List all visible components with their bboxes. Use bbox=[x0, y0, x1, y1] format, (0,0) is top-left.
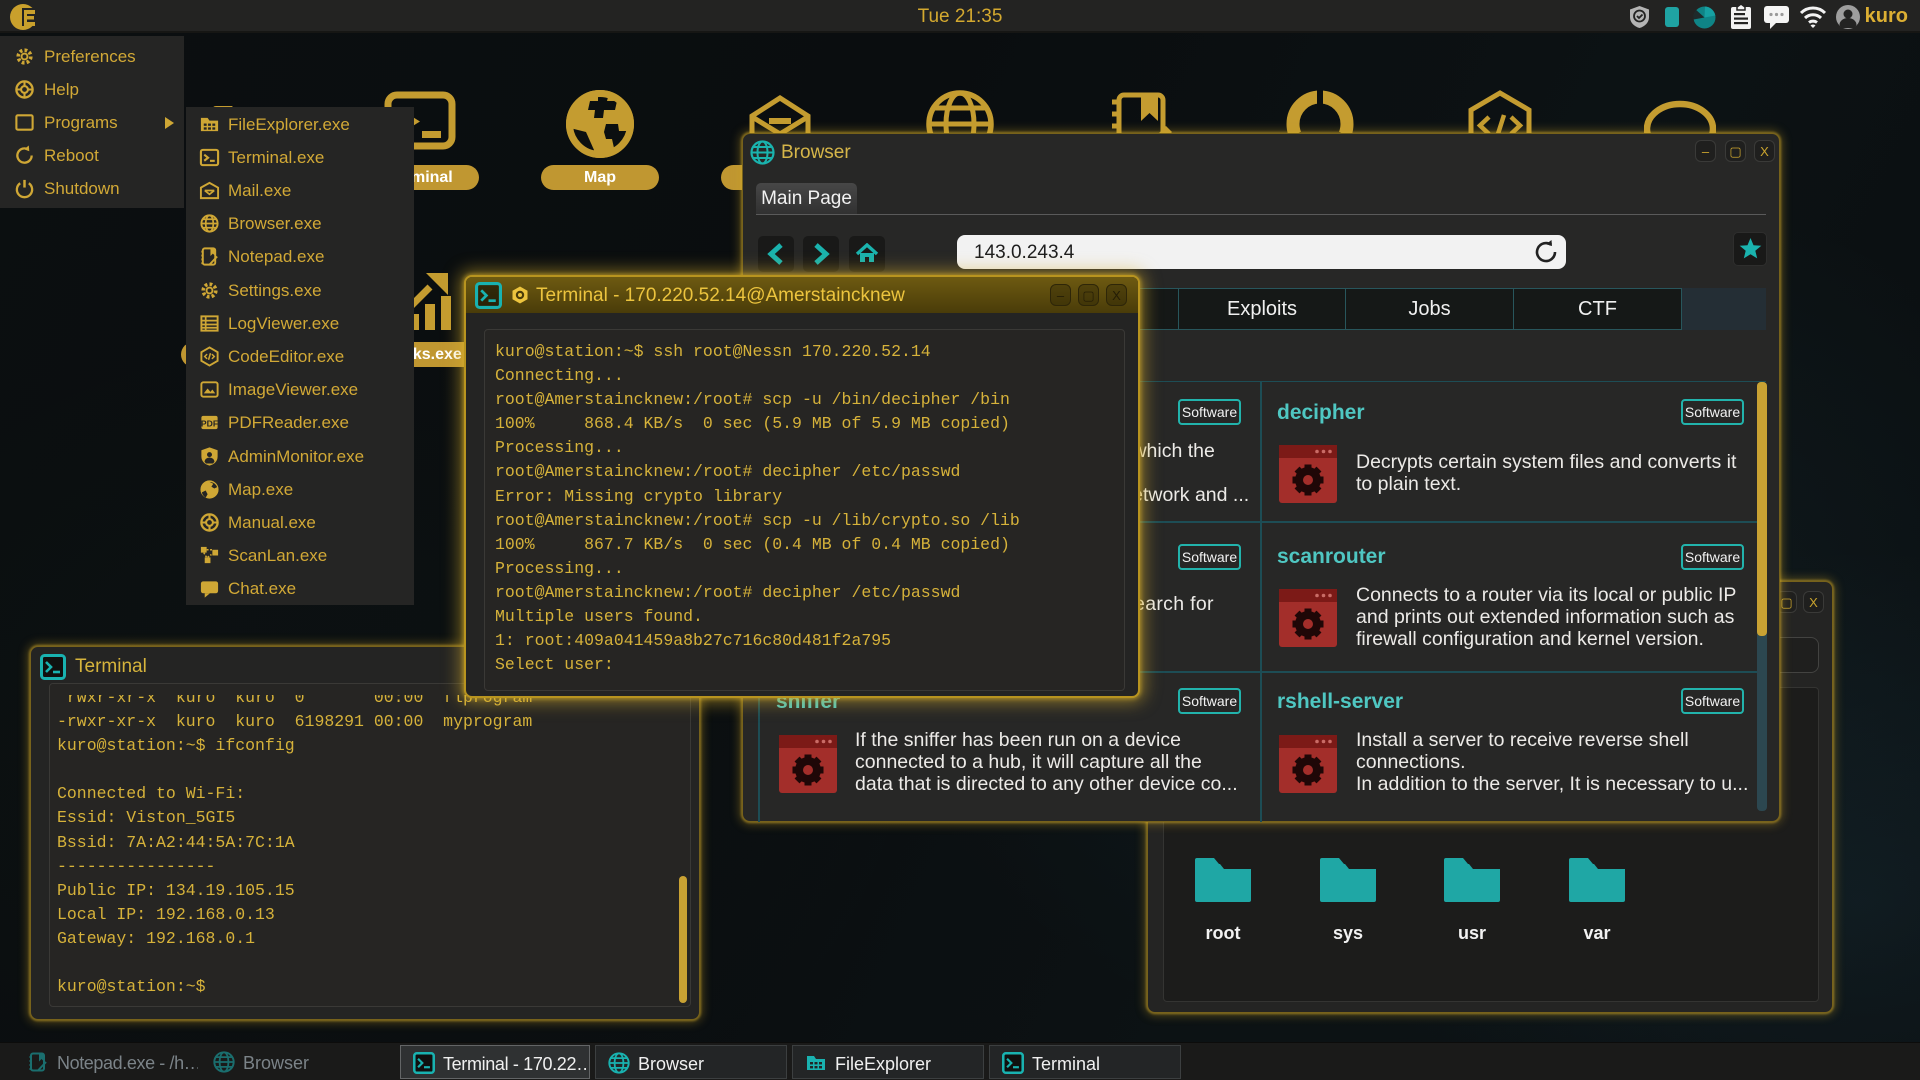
svg-text:PDF: PDF bbox=[201, 418, 218, 428]
